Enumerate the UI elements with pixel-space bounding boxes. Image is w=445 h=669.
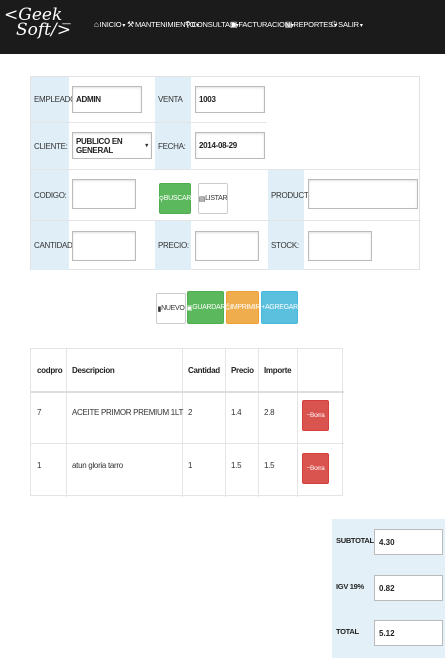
producto-field[interactable] [308, 179, 418, 209]
buscar-label: BUSCAR [163, 195, 192, 202]
home-icon: ⌂ [94, 20, 99, 29]
codigo-label: CODIGO: [31, 170, 69, 220]
nuevo-button[interactable]: ▮ NUEVO [156, 293, 186, 324]
stock-field[interactable] [308, 231, 372, 261]
precio-field[interactable] [195, 231, 259, 261]
column-divider [297, 349, 298, 497]
total-field[interactable]: 5.12 [374, 620, 443, 646]
column-divider [182, 349, 183, 497]
column-divider [66, 349, 67, 497]
row-divider [31, 169, 421, 170]
power-icon: ⏻ [331, 20, 338, 29]
borrar-button[interactable]: − Borra [302, 453, 329, 484]
precio-label: PRECIO: [155, 221, 191, 270]
totals-panel: SUBTOTAL 4.30 IGV 19% 0.82 TOTAL 5.12 [332, 519, 445, 658]
agregar-button[interactable]: + AGREGAR [261, 291, 298, 324]
borrar-button[interactable]: − Borra [302, 400, 329, 431]
row-divider [31, 443, 344, 444]
row-divider [31, 220, 421, 221]
cliente-label: CLIENTE: [31, 123, 69, 169]
subtotal-label: SUBTOTAL [336, 536, 374, 545]
brand-line-2: Soft/> [16, 20, 71, 40]
listar-label: LISTAR [205, 195, 228, 202]
cliente-select[interactable]: PUBLICO EN GENERAL ▾ [72, 132, 152, 159]
nuevo-label: NUEVO [161, 305, 185, 312]
column-header-precio: Precio [231, 365, 254, 375]
cell-codpro: 1 [37, 461, 42, 470]
caret-down-icon: ▾ [122, 23, 126, 29]
venta-label: VENTA [155, 77, 191, 122]
cliente-select-value: PUBLICO EN GENERAL [76, 136, 123, 155]
imprimir-label: IMPRIMIR [230, 304, 261, 311]
wrench-icon: ⚒ [127, 20, 134, 29]
agregar-label: AGREGAR [264, 304, 298, 311]
cell-importe: 2.8 [264, 408, 275, 417]
cantidad-label: CANTIDAD: [31, 221, 75, 270]
igv-label: IGV 19% [336, 582, 364, 591]
detail-table: codpro Descripcion Cantidad Precio Impor… [30, 348, 344, 497]
nav-reportes[interactable]: ▤REPORTES▾ [285, 20, 337, 29]
column-header-codpro: codpro [37, 365, 63, 375]
nav-facturacion-label: FACTURACION [238, 20, 290, 29]
nav-inicio[interactable]: ⌂INICIO▾ [94, 20, 125, 29]
cell-codpro: 7 [37, 408, 42, 417]
cell-precio: 1.5 [231, 461, 242, 470]
column-header-importe: Importe [264, 365, 292, 375]
producto-label: PRODUCTO: [268, 170, 316, 220]
borrar-label: Borra [310, 412, 325, 419]
column-header-descripcion: Descripcion [72, 365, 115, 375]
nav-consultas-label: CONSULTAS [191, 20, 235, 29]
borrar-label: Borra [310, 465, 325, 472]
stock-label: STOCK: [268, 221, 304, 270]
cart-icon: ▣ [230, 20, 238, 29]
cell-precio: 1.4 [231, 408, 242, 417]
header-divider [31, 391, 344, 393]
nav-salir[interactable]: ⏻SALIR▾ [331, 20, 363, 30]
cell-descripcion: atun gloria tarro [72, 461, 123, 470]
reports-icon: ▤ [285, 20, 293, 29]
total-label: TOTAL [336, 627, 359, 636]
venta-field[interactable]: 1003 [195, 86, 265, 113]
select-caret-icon: ▾ [145, 143, 148, 149]
subtotal-field[interactable]: 4.30 [374, 529, 443, 555]
cantidad-field[interactable] [72, 231, 136, 261]
fecha-field[interactable]: 2014-08-29 [195, 132, 265, 159]
cell-cantidad: 1 [188, 461, 193, 470]
cell-importe: 1.5 [264, 461, 275, 470]
column-header-cantidad: Cantidad [188, 365, 220, 375]
nav-inicio-label: INICIO [99, 20, 122, 29]
column-divider [258, 349, 259, 497]
sale-form: EMPLEADO: ADMIN VENTA 1003 CLIENTE: PUBL… [30, 76, 421, 270]
caret-down-icon: ▾ [359, 23, 363, 29]
codigo-field[interactable] [72, 179, 136, 209]
fecha-label: FECHA: [155, 123, 191, 169]
cell-cantidad: 2 [188, 408, 193, 417]
cell-descripcion: ACEITE PRIMOR PREMIUM 1LT [72, 408, 184, 417]
guardar-button[interactable]: ▣ GUARDAR [186, 291, 226, 324]
nav-salir-label: SALIR [338, 20, 359, 29]
top-navbar: <Geek_ Soft/> ⌂INICIO▾ ⚒MANTENIMIENTO▾ ⚲… [0, 0, 445, 54]
nav-reportes-label: REPORTES [293, 20, 333, 29]
brand-logo[interactable]: <Geek_ Soft/> [4, 7, 71, 40]
empleado-field[interactable]: ADMIN [72, 86, 142, 113]
imprimir-button[interactable]: ⎙ IMPRIMIR [225, 291, 261, 324]
guardar-label: GUARDAR [192, 304, 226, 311]
empleado-label: EMPLEADO: [31, 77, 78, 122]
listar-button[interactable]: ▤ LISTAR [198, 183, 228, 214]
igv-field[interactable]: 0.82 [374, 575, 443, 601]
search-icon: ⚲ [185, 20, 191, 29]
buscar-button[interactable]: ⚲ BUSCAR [159, 183, 191, 214]
column-divider [225, 349, 226, 497]
